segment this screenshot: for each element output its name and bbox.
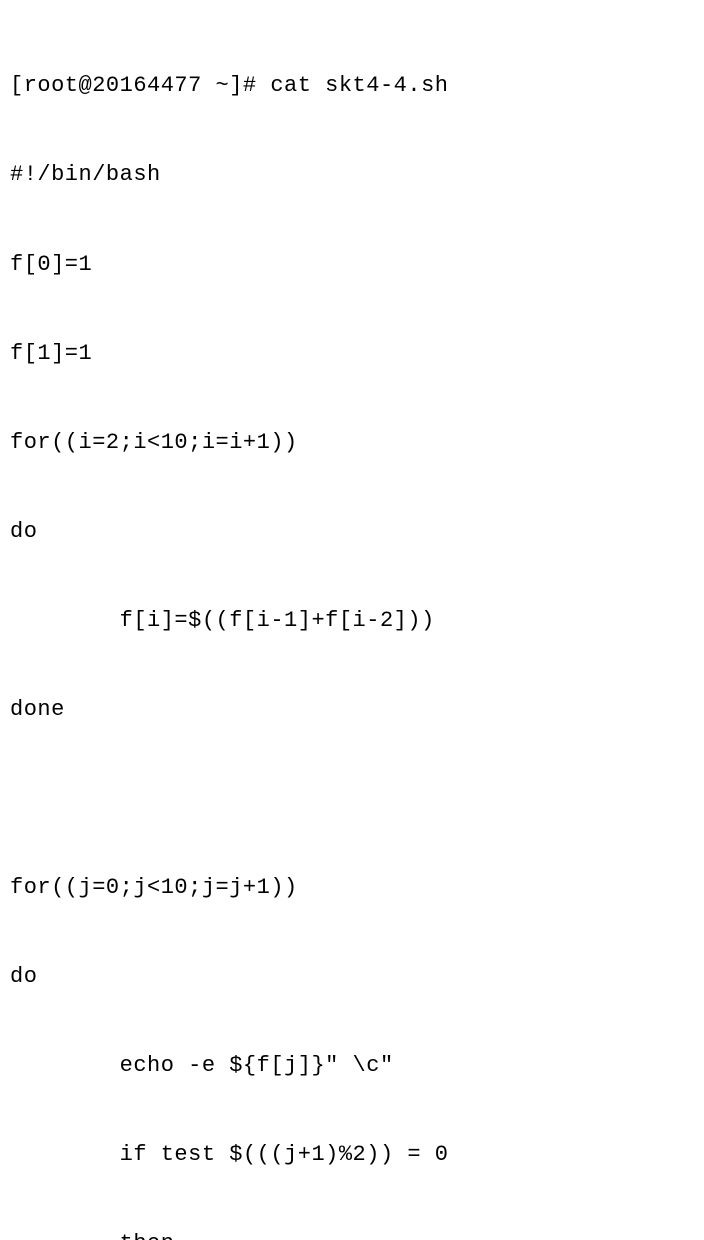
code-line: f[1]=1 bbox=[10, 339, 694, 369]
code-line: do bbox=[10, 517, 694, 547]
code-line: if test $(((j+1)%2)) = 0 bbox=[10, 1140, 694, 1170]
code-line: for((i=2;i<10;i=i+1)) bbox=[10, 428, 694, 458]
terminal-output[interactable]: [root@20164477 ~]# cat skt4-4.sh #!/bin/… bbox=[10, 12, 694, 1240]
blank-line bbox=[10, 784, 694, 814]
code-line: then bbox=[10, 1229, 694, 1240]
code-line: for((j=0;j<10;j=j+1)) bbox=[10, 873, 694, 903]
prompt-line: [root@20164477 ~]# cat skt4-4.sh bbox=[10, 71, 694, 101]
code-line: f[0]=1 bbox=[10, 250, 694, 280]
code-line: #!/bin/bash bbox=[10, 160, 694, 190]
code-line: f[i]=$((f[i-1]+f[i-2])) bbox=[10, 606, 694, 636]
code-line: do bbox=[10, 962, 694, 992]
code-line: echo -e ${f[j]}" \c" bbox=[10, 1051, 694, 1081]
code-line: done bbox=[10, 695, 694, 725]
